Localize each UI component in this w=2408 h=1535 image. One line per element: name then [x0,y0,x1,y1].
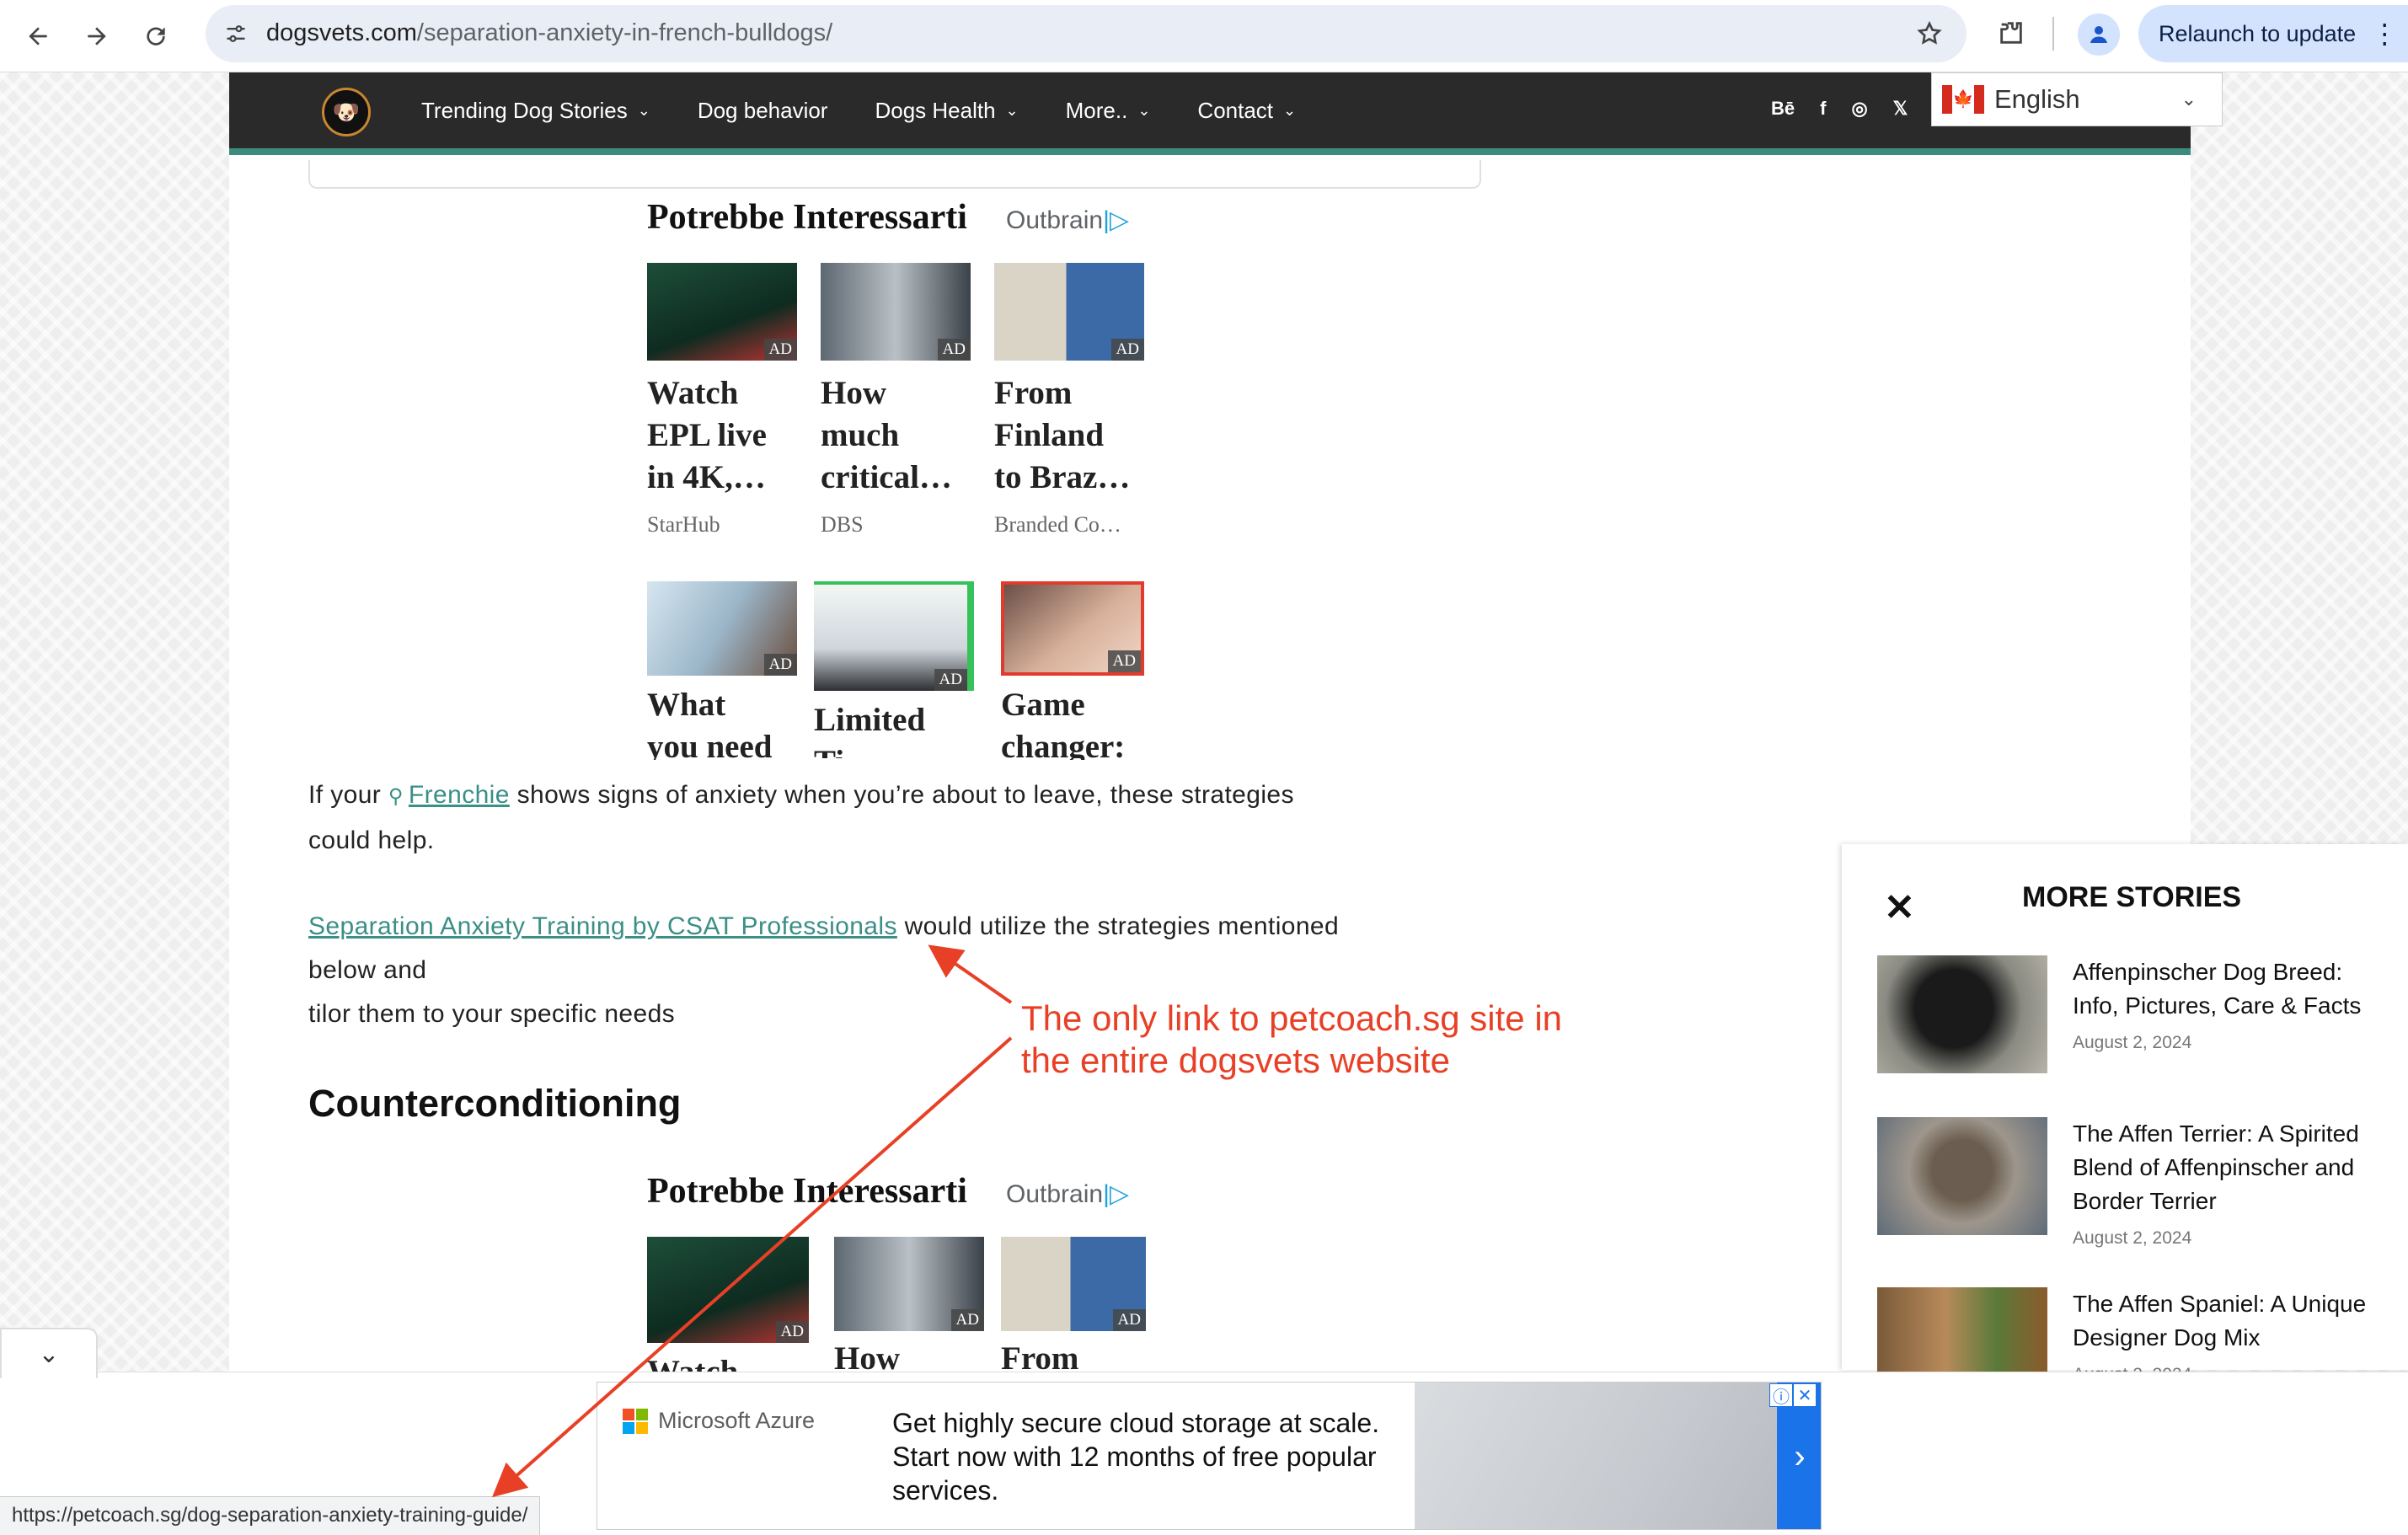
ad-source: DBS [821,512,864,537]
more-stories-panel: ✕ MORE STORIES Affenpinscher Dog Breed: … [1842,844,2408,1405]
ad-headline: Game changer: [1001,687,1126,760]
puzzle-icon [2000,22,2022,44]
ad-headline: What you need [647,687,773,760]
ad-headline: How much critical… [821,375,952,495]
annotation-text: The only link to petcoach.sg site in the… [1021,998,1563,1080]
ad-headline: From Finland to Braz… [994,375,1131,495]
extensions-button[interactable] [1990,12,2032,54]
ad-headline: Watch [647,1351,797,1372]
ad-source: StarHub [647,512,720,537]
site-navigation: 🐶 Trending Dog Stories ⌄ Dog behavior Dogs … [229,72,2191,155]
nav-item-dog-behavior[interactable]: Dog behavior [698,98,828,124]
frenchie-link[interactable]: Frenchie [409,781,510,809]
previous-content-box [308,160,1481,189]
ad-headline: Watch EPL live in 4K,… [647,375,767,495]
chevron-down-icon: ⌄ [38,1340,60,1368]
outbrain-widget: Potrebbe Interessarti Outbrain|▷ AD Watc… [647,197,1146,760]
chevron-down-icon: ⌄ [1005,101,1019,119]
chevron-down-icon: ⌄ [637,101,650,119]
browser-toolbar: dogsvets.com/separation-anxiety-in-frenc… [0,0,2408,72]
section-heading: Counterconditioning [308,1082,682,1125]
csat-training-link[interactable]: Separation Anxiety Training by CSAT Prof… [308,912,897,940]
url-text: dogsvets.com/separation-anxiety-in-frenc… [266,19,833,46]
instagram-icon[interactable]: ◎ [1851,98,1867,120]
ad-thumbnail: AD [647,1237,809,1343]
ad-headline: Limited Ti… [814,702,926,758]
back-button[interactable] [15,13,61,59]
outbrain-logo[interactable]: Outbrain|▷ [1006,1179,1129,1209]
adchoices: ⓘ ✕ [1769,1383,1817,1407]
close-icon[interactable]: ✕ [1884,886,1915,929]
collapse-ad-button[interactable]: ⌄ [0,1328,98,1378]
story-date: August 2, 2024 [2073,1033,2192,1052]
ad-thumbnail: AD [1001,581,1144,676]
ad-thumbnail: AD [994,263,1144,361]
ad-thumbnail: AD [1001,1237,1146,1331]
canada-flag-icon: 🍁 [1942,85,1984,114]
bookmark-star-icon[interactable] [1913,17,1946,51]
profile-avatar[interactable] [2078,13,2120,56]
story-thumbnail [1877,1117,2047,1235]
nav-item-more[interactable]: More.. ⌄ [1066,98,1151,124]
relaunch-label: Relaunch to update [2159,20,2357,46]
chevron-down-icon: ⌄ [1283,101,1297,119]
outbrain-title: Potrebbe Interessarti [647,1172,967,1211]
ad-photo [1415,1383,1777,1529]
language-selector[interactable]: 🍁 English ⌄ [1931,72,2223,126]
nav-item-trending-dog-stories[interactable]: Trending Dog Stories ⌄ [421,98,650,124]
ad-thumbnail: AD [821,263,971,361]
behance-icon[interactable]: Bē [1771,98,1795,120]
forward-button[interactable] [74,13,120,59]
kebab-menu-icon[interactable]: ⋮ [2371,20,2398,47]
reload-button[interactable] [133,13,179,59]
relaunch-to-update-button[interactable]: Relaunch to update ⋮ [2138,5,2408,62]
status-bar-url: https://petcoach.sg/dog-separation-anxie… [0,1496,541,1535]
nav-item-contact[interactable]: Contact ⌄ [1197,98,1296,124]
outbrain-logo[interactable]: Outbrain|▷ [1006,206,1129,235]
ad-headline: From [1001,1340,1079,1372]
address-bar[interactable]: dogsvets.com/separation-anxiety-in-frenc… [206,5,1967,62]
search-icon: ⚲ [388,785,404,808]
site-info-icon[interactable] [219,17,253,51]
chevron-down-icon: ⌄ [2181,88,2197,110]
social-links: Bē f ◎ 𝕏 [1771,98,1933,120]
more-stories-title: MORE STORIES [2022,881,2242,913]
nav-item-dogs-health[interactable]: Dogs Health ⌄ [875,98,1018,124]
ad-close-icon[interactable]: ✕ [1793,1383,1817,1407]
x-twitter-icon[interactable]: 𝕏 [1893,98,1908,120]
chevron-down-icon: ⌄ [1137,101,1151,119]
facebook-icon[interactable]: f [1820,98,1826,120]
story-date: August 2, 2024 [2073,1228,2192,1248]
language-label: English [1994,84,2080,114]
forward-arrow-icon [88,27,106,45]
story-thumbnail [1877,955,2047,1073]
ad-thumbnail: AD [647,263,797,361]
outbrain-title: Potrebbe Interessarti [647,198,967,237]
adchoices-info-icon[interactable]: ⓘ [1769,1383,1793,1407]
ad-thumbnail: AD [814,581,974,691]
ad-headline: How [834,1340,900,1372]
ad-thumbnail: AD [647,581,797,676]
azure-banner-ad[interactable]: Microsoft Azure Get highly secure cloud … [597,1382,1822,1530]
ad-copy: Get highly secure cloud storage at scale… [892,1408,1380,1506]
back-arrow-icon [29,27,47,45]
ad-source: Branded Co… [994,512,1121,537]
story-title: The Affen Spaniel: A Unique Designer Dog… [2073,1291,2367,1350]
paragraph-frenchie: If your ⚲ Frenchie shows signs of anxiety… [308,781,1294,854]
toolbar-divider [2052,17,2054,51]
microsoft-logo: Microsoft Azure [623,1408,815,1434]
reload-icon [147,27,165,45]
story-title: The Affen Terrier: A Spirited Blend of A… [2073,1120,2359,1214]
outbrain-widget: Potrebbe Interessarti Outbrain|▷ AD Watc… [647,1171,1146,1372]
main-menu: Trending Dog Stories ⌄ Dog behavior Dogs He… [421,72,1343,148]
person-icon [2090,26,2107,43]
site-logo[interactable]: 🐶 [322,88,371,136]
ad-thumbnail: AD [834,1237,984,1331]
story-title: Affenpinscher Dog Breed: Info, Pictures,… [2073,959,2362,1019]
